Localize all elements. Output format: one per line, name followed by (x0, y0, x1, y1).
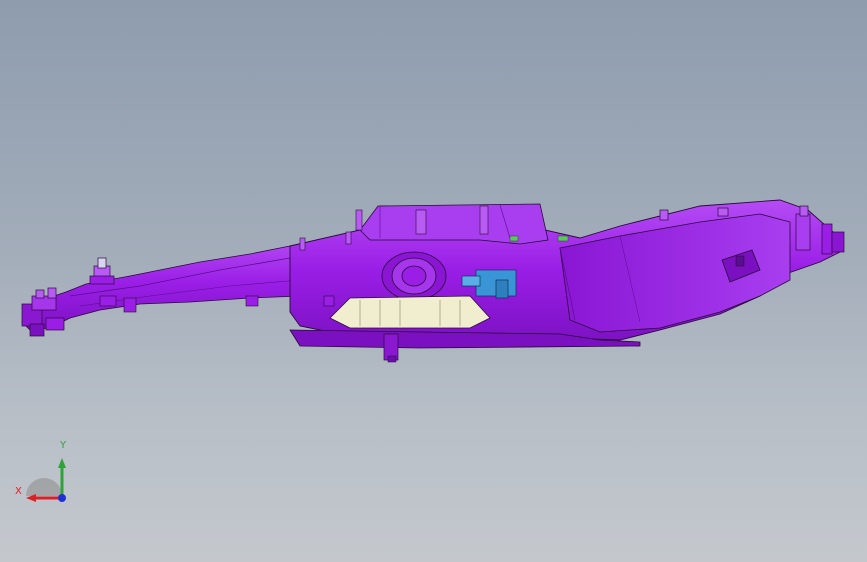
green-clip-2 (509, 235, 519, 242)
right-shell (559, 213, 791, 333)
round-boss (381, 251, 447, 301)
z-axis-dot (58, 494, 66, 502)
3d-viewport[interactable]: Y X (0, 0, 867, 562)
green-clip-1 (557, 235, 569, 242)
y-axis-label: Y (60, 440, 67, 451)
top-housing (359, 203, 549, 245)
cad-part-model[interactable] (0, 0, 867, 562)
axis-triad: Y X (14, 440, 74, 508)
x-axis-label: X (15, 486, 22, 497)
cream-insert (329, 295, 491, 329)
left-post (89, 257, 115, 285)
